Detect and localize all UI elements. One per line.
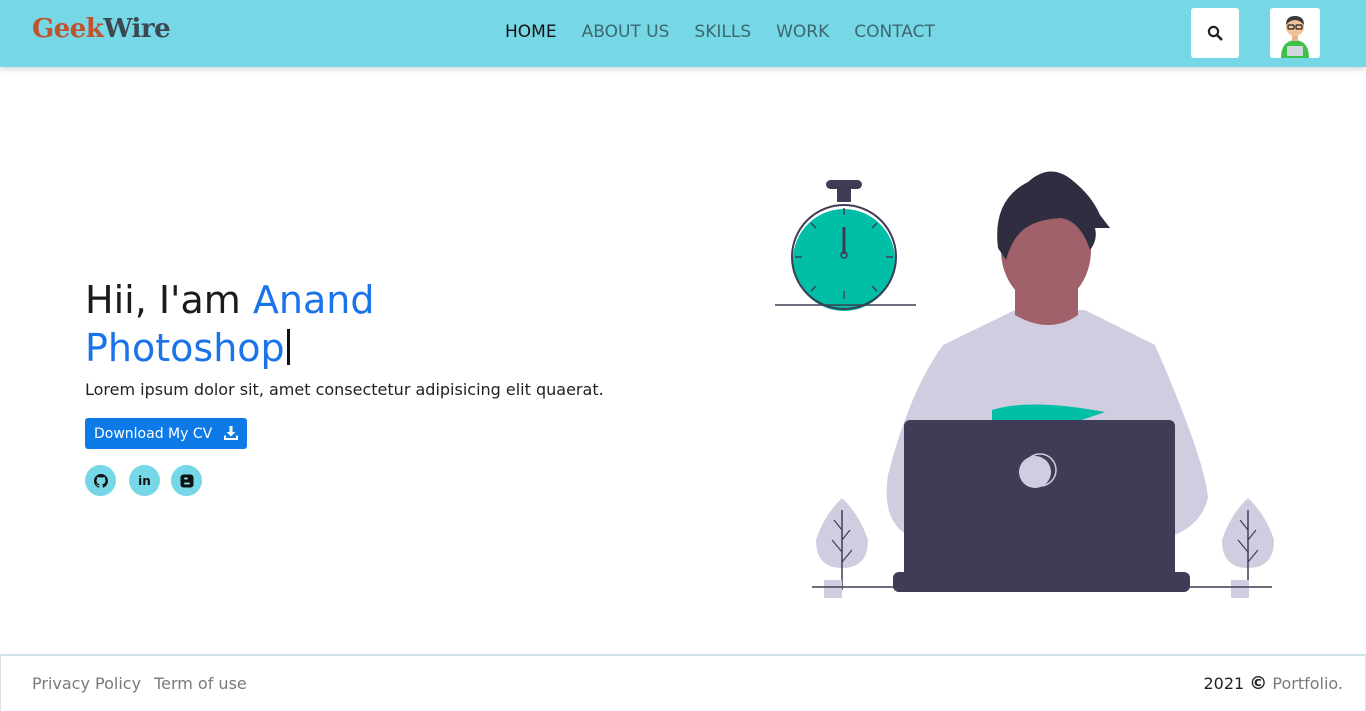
- github-icon: [93, 473, 108, 488]
- copyright-site[interactable]: Portfolio.: [1272, 674, 1343, 693]
- privacy-policy-link[interactable]: Privacy Policy: [32, 674, 141, 693]
- stopwatch-icon: [775, 180, 916, 311]
- linkedin-link[interactable]: in: [129, 465, 160, 496]
- plant-right-illustration: [1222, 498, 1274, 598]
- typing-cursor: [286, 329, 290, 365]
- search-icon: [1207, 25, 1223, 41]
- hero-illustration: [775, 171, 1274, 598]
- hero-title: Hii, I'am Anand Photoshop: [85, 276, 374, 372]
- search-button[interactable]: [1191, 8, 1239, 58]
- footer-links: Privacy Policy Term of use: [32, 674, 260, 693]
- brand-logo[interactable]: GeekWire: [32, 14, 171, 44]
- hero-typed-word: Photoshop: [85, 326, 285, 370]
- brand-part-1: Geek: [32, 14, 104, 44]
- hero-name: Anand: [252, 278, 375, 322]
- avatar[interactable]: [1270, 8, 1320, 58]
- hero-greeting: Hii, I'am: [85, 278, 253, 322]
- download-cv-label: Download My CV: [94, 425, 213, 442]
- laptop-illustration: [893, 420, 1190, 592]
- nav-item-skills[interactable]: SKILLS: [694, 22, 751, 42]
- nav-item-home[interactable]: HOME: [505, 22, 557, 42]
- terms-of-use-link[interactable]: Term of use: [154, 674, 247, 693]
- hero-description: Lorem ipsum dolor sit, amet consectetur …: [85, 380, 604, 399]
- nav-item-about-us[interactable]: ABOUT US: [582, 22, 670, 42]
- nav-item-contact[interactable]: CONTACT: [854, 22, 935, 42]
- github-link[interactable]: [85, 465, 116, 496]
- copyright-year: 2021: [1203, 674, 1245, 693]
- linkedin-icon: in: [138, 473, 151, 488]
- download-icon: [224, 426, 238, 440]
- blogger-icon: [180, 474, 193, 487]
- navbar: GeekWire HOME ABOUT US SKILLS WORK CONTA…: [0, 0, 1366, 67]
- footer: Privacy Policy Term of use 2021 © Portfo…: [0, 654, 1366, 711]
- plant-left-illustration: [816, 498, 868, 598]
- copyright-icon: ©: [1249, 673, 1268, 694]
- copyright: 2021 © Portfolio.: [1203, 673, 1343, 694]
- avatar-icon: [1270, 8, 1320, 58]
- blogger-link[interactable]: [171, 465, 202, 496]
- nav-item-work[interactable]: WORK: [776, 22, 829, 42]
- brand-part-2: Wire: [103, 14, 171, 44]
- main-nav: HOME ABOUT US SKILLS WORK CONTACT: [505, 22, 960, 42]
- download-cv-button[interactable]: Download My CV: [85, 418, 247, 449]
